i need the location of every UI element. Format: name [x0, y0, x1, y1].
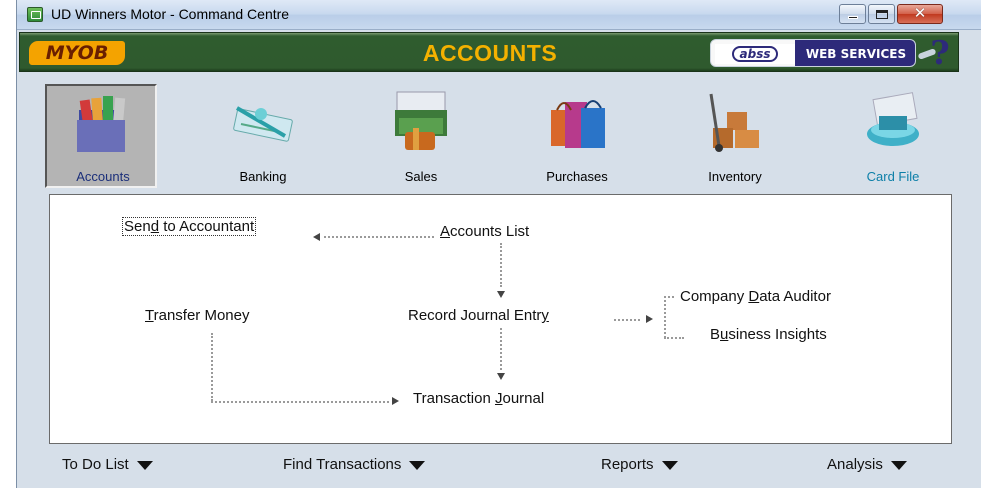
dropdown-arrow-icon	[136, 460, 153, 470]
module-banking[interactable]: Banking	[207, 84, 319, 188]
web-services-button[interactable]: abss WEB SERVICES	[710, 39, 916, 67]
connector	[614, 319, 640, 321]
reports-menu[interactable]: Reports	[601, 456, 678, 473]
reports-label: Reports	[601, 456, 654, 473]
cheque-pen-icon	[233, 106, 293, 142]
maximize-button[interactable]	[868, 4, 895, 24]
arrow-left-icon	[313, 233, 320, 241]
send-to-accountant-link[interactable]: Send to Accountant	[122, 217, 257, 236]
module-label: Card File	[866, 169, 920, 184]
bottom-menu-bar: To Do List Find Transactions Reports Ana…	[17, 448, 981, 484]
find-transactions-menu[interactable]: Find Transactions	[283, 456, 426, 473]
accounts-flow-panel: Send to Accountant Accounts List Transfe…	[49, 194, 952, 444]
arrow-right-icon	[392, 397, 399, 405]
module-sales[interactable]: Sales	[365, 84, 477, 188]
hand-truck-boxes-icon	[709, 93, 759, 152]
accounts-list-link[interactable]: Accounts List	[440, 223, 529, 240]
analysis-menu[interactable]: Analysis	[827, 456, 907, 473]
find-transactions-label: Find Transactions	[283, 456, 402, 473]
shopping-bags-icon	[551, 100, 605, 148]
close-icon: ✕	[913, 4, 927, 22]
app-icon[interactable]	[27, 7, 43, 22]
invoice-money-icon	[395, 91, 447, 150]
connector	[664, 296, 666, 338]
module-inventory[interactable]: Inventory	[679, 84, 791, 188]
help-icon[interactable]: ?	[922, 35, 958, 71]
module-label: Sales	[404, 169, 438, 184]
connector	[664, 296, 674, 298]
module-bar: Accounts Banking Sales Purchases Invento…	[17, 74, 981, 188]
arrow-down-icon	[497, 373, 505, 380]
arrow-right-icon	[646, 315, 653, 323]
analysis-label: Analysis	[827, 456, 883, 473]
maximize-icon	[876, 10, 888, 19]
connector	[324, 236, 434, 238]
abss-logo: abss	[715, 44, 795, 64]
close-button[interactable]: ✕	[897, 4, 943, 24]
header-bar: MYOB ACCOUNTS abss WEB SERVICES ?	[19, 32, 959, 72]
connector	[500, 328, 502, 370]
module-label: Inventory	[708, 169, 762, 184]
transaction-journal-link[interactable]: Transaction Journal	[413, 390, 544, 407]
connector	[500, 243, 502, 287]
folders-icon	[77, 96, 126, 152]
minimize-button[interactable]	[839, 4, 866, 24]
module-card-file[interactable]: Card File	[837, 84, 949, 188]
connector	[211, 333, 213, 401]
dropdown-arrow-icon	[661, 460, 678, 470]
business-insights-link[interactable]: Business Insights	[710, 326, 827, 343]
web-services-label: WEB SERVICES	[795, 40, 915, 66]
module-purchases[interactable]: Purchases	[521, 84, 633, 188]
to-do-list-menu[interactable]: To Do List	[62, 456, 153, 473]
window-title: UD Winners Motor - Command Centre	[51, 6, 290, 22]
dropdown-arrow-icon	[409, 460, 426, 470]
connector	[664, 337, 684, 339]
card-file-icon	[867, 92, 919, 146]
module-label: Accounts	[76, 169, 130, 184]
arrow-down-icon	[497, 291, 505, 298]
to-do-list-label: To Do List	[62, 456, 129, 473]
module-accounts[interactable]: Accounts	[45, 84, 157, 188]
transfer-money-link[interactable]: Transfer Money	[145, 307, 249, 324]
title-bar[interactable]: UD Winners Motor - Command Centre ✕	[17, 0, 981, 30]
command-centre-window: UD Winners Motor - Command Centre ✕ MYOB…	[16, 0, 981, 488]
dropdown-arrow-icon	[890, 460, 907, 470]
module-label: Purchases	[546, 169, 608, 184]
record-journal-entry-link[interactable]: Record Journal Entry	[408, 307, 549, 324]
minimize-icon	[848, 16, 858, 19]
company-data-auditor-link[interactable]: Company Data Auditor	[680, 288, 831, 305]
connector	[211, 401, 389, 403]
module-label: Banking	[239, 169, 287, 184]
